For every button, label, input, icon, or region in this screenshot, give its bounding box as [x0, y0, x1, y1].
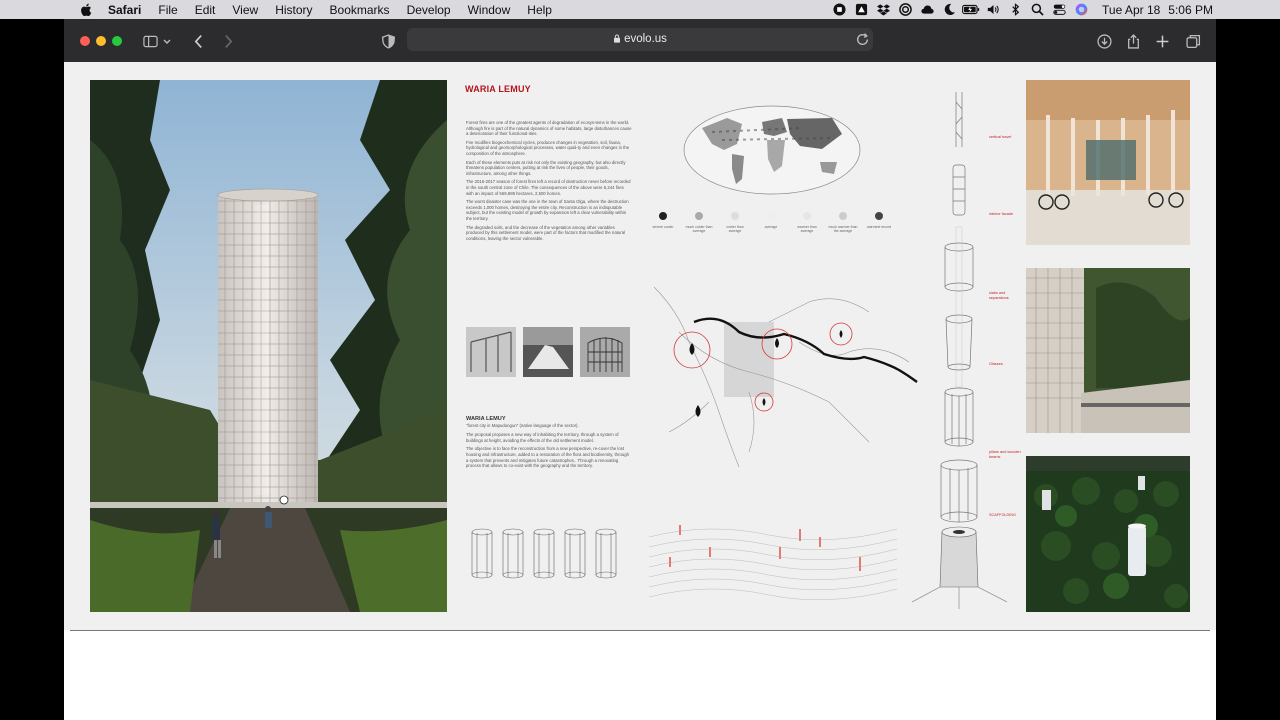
menu-app-name[interactable]: Safari [108, 3, 141, 17]
legend-swatch [731, 212, 739, 220]
component-label: SCAFFOLDING [989, 513, 1017, 517]
apple-menu-icon[interactable] [80, 3, 94, 17]
component-label: vertical travel [989, 135, 1012, 139]
intro-paragraph: The 2016-2017 season of forest fires lef… [466, 179, 631, 196]
tower-exterior-render [1026, 268, 1190, 433]
back-button-icon[interactable] [188, 31, 208, 51]
component-label: Glasses [989, 362, 1003, 366]
intro-paragraph: Fire modifies biogeochemical cycles, pro… [466, 139, 630, 156]
record-stop-icon[interactable] [828, 0, 850, 19]
poster-title: WARIA LEMUY [465, 84, 531, 94]
spotlight-search-icon[interactable] [1026, 0, 1048, 19]
moon-focus-icon[interactable] [938, 0, 960, 19]
menubar-clock[interactable]: Tue Apr 18 5:06 PM [1102, 3, 1213, 17]
legend-label: severe cooler [652, 225, 674, 229]
sync-status-icon[interactable] [894, 0, 916, 19]
minimize-window-button[interactable] [96, 36, 106, 46]
concept-subtitle: "forest city in Mapudungun" (native lang… [466, 422, 579, 428]
close-window-button[interactable] [80, 36, 90, 46]
component-label: interior facade [989, 212, 1014, 216]
exploded-axonometric-diagram [912, 92, 1007, 609]
competition-poster: WARIA LEMUY 0338 Forest fires are one of… [64, 62, 1216, 630]
legend-label: colder than average [726, 225, 744, 233]
intro-paragraph: The degraded soils, and the decrease of … [466, 224, 626, 241]
tower-models-diagram [471, 528, 617, 579]
world-temperature-map [683, 105, 861, 195]
menu-view[interactable]: View [232, 3, 258, 17]
lock-icon [614, 34, 621, 43]
component-label: slabs and separations [989, 291, 1009, 300]
address-bar[interactable]: evolo.us [407, 28, 873, 51]
control-center-icon[interactable] [1048, 0, 1070, 19]
legend-label: much warmer than the average [828, 225, 858, 233]
reference-photo-structure [466, 327, 516, 377]
legend-swatch [767, 212, 775, 220]
chevron-down-icon[interactable] [162, 31, 172, 51]
legend-swatch [803, 212, 811, 220]
concept-text-block: WARIA LEMUY "forest city in Mapudungun" … [466, 416, 632, 469]
tower-forest-render [90, 80, 447, 612]
aerial-forest-towers-render [1026, 456, 1190, 612]
macos-menubar: Safari File Edit View History Bookmarks … [0, 0, 1280, 19]
component-label: pillars and wooden beams [989, 450, 1021, 459]
url-display: evolo.us [407, 33, 873, 45]
legend-label: warmest record [866, 225, 892, 229]
web-page: WARIA LEMUY 0338 Forest fires are one of… [64, 62, 1216, 720]
menubar-time: 5:06 PM [1168, 2, 1213, 17]
legend-swatch [839, 212, 847, 220]
sidebar-toggle-icon[interactable] [140, 31, 160, 51]
privacy-shield-icon[interactable] [378, 31, 398, 51]
safari-window: evolo.us WARIA LEMUY Forest fires are on… [64, 19, 1216, 720]
legend-label: average [764, 225, 778, 229]
legend-label: much colder than average [685, 225, 713, 233]
menubar-date: Tue Apr 18 [1102, 2, 1161, 17]
intro-text-block: Forest fires are one of the greatest age… [466, 120, 632, 241]
battery-icon[interactable] [960, 0, 982, 19]
legend-label: warmer than average [797, 225, 817, 233]
concept-paragraph: The proposal proposes a new way of inhab… [466, 432, 619, 443]
menu-history[interactable]: History [275, 3, 312, 17]
downloads-icon[interactable] [1094, 31, 1114, 51]
menu-bookmarks[interactable]: Bookmarks [330, 3, 390, 17]
dropbox-icon[interactable] [872, 0, 894, 19]
intro-paragraph: The worst disaster case was the one in t… [466, 199, 629, 221]
page-divider [70, 630, 1210, 631]
topographic-terrain-model [649, 525, 897, 601]
intro-paragraph: Each of these elements puts at risk not … [466, 159, 626, 176]
interior-ground-floor-render [1026, 80, 1190, 245]
upload-status-icon[interactable] [850, 0, 872, 19]
menu-help[interactable]: Help [527, 3, 552, 17]
browser-toolbar: evolo.us [64, 19, 1216, 62]
legend-swatch [695, 212, 703, 220]
siri-icon[interactable] [1070, 0, 1092, 19]
reference-photo-gasometer [580, 327, 630, 377]
url-text: evolo.us [624, 33, 667, 45]
legend-swatch [875, 212, 883, 220]
legend-swatch [659, 212, 667, 220]
intro-paragraph: Forest fires are one of the greatest age… [466, 120, 632, 137]
new-tab-icon[interactable] [1152, 31, 1172, 51]
forward-button-icon[interactable] [218, 31, 238, 51]
map-legend: severe cooler much colder than average c… [652, 212, 899, 233]
bluetooth-icon[interactable] [1004, 0, 1026, 19]
concept-paragraph: The objective is to face the reconstruct… [466, 446, 630, 469]
menu-develop[interactable]: Develop [407, 3, 451, 17]
cloud-icon[interactable] [916, 0, 938, 19]
share-icon[interactable] [1123, 31, 1143, 51]
menu-edit[interactable]: Edit [195, 3, 216, 17]
menu-window[interactable]: Window [468, 3, 511, 17]
zoom-window-button[interactable] [112, 36, 122, 46]
volume-icon[interactable] [982, 0, 1004, 19]
tab-overview-icon[interactable] [1183, 31, 1203, 51]
menu-file[interactable]: File [158, 3, 177, 17]
fire-territory-map [653, 286, 918, 468]
reload-icon[interactable] [853, 30, 871, 48]
reference-photo-tent [523, 327, 573, 377]
